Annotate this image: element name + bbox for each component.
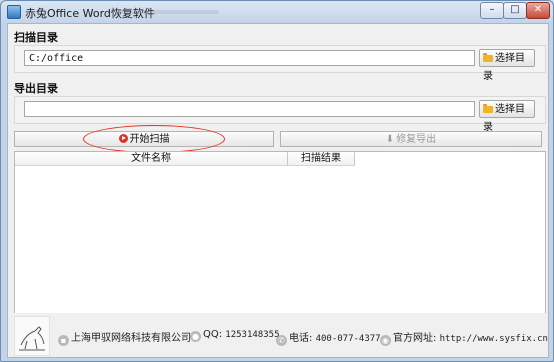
site-label: 官方网址: <box>393 333 440 344</box>
phone-info: ✆ 电话: 400-077-4377 <box>276 329 381 346</box>
company-logo <box>14 316 50 356</box>
folder-icon <box>483 53 493 62</box>
scan-dir-label: 扫描目录 <box>14 31 58 44</box>
results-table[interactable]: 文件名称 扫描结果 <box>14 151 546 315</box>
website-info: ◉ 官方网址: http://www.sysfix.cn <box>380 329 548 346</box>
scan-dir-input[interactable]: C:/office <box>24 50 475 66</box>
title-blur <box>119 10 219 14</box>
repair-export-label: 修复导出 <box>396 134 437 145</box>
footer: ▪ 上海甲驭网络科技有限公司 ● QQ: 1253148355 ✆ 电话: 400-0… <box>8 313 548 357</box>
scan-dir-browse-button[interactable]: 选择目录 <box>479 49 535 82</box>
globe-icon: ◉ <box>380 335 391 346</box>
close-button[interactable]: ✕ <box>526 2 550 19</box>
start-scan-button[interactable]: 开始扫描 <box>14 131 274 147</box>
qq-value: 1253148355 <box>225 330 280 340</box>
app-window: 赤兔Office Word恢复软件 – □ ✕ 扫描目录 C:/office 选… <box>0 0 554 362</box>
download-icon: ⬇ <box>385 134 395 145</box>
site-link[interactable]: http://www.sysfix.cn <box>440 334 548 344</box>
building-icon: ▪ <box>58 335 69 346</box>
phone-value: 400-077-4377 <box>315 334 381 344</box>
maximize-button[interactable]: □ <box>503 2 527 19</box>
export-dir-label: 导出目录 <box>14 82 58 95</box>
repair-export-button[interactable]: ⬇ 修复导出 <box>280 131 542 147</box>
export-dir-input[interactable] <box>24 101 475 117</box>
company-name: 上海甲驭网络科技有限公司 <box>71 333 191 344</box>
qq-icon: ● <box>190 331 201 342</box>
title-bar[interactable]: 赤兔Office Word恢复软件 – □ ✕ <box>1 1 553 23</box>
qq-info: ● QQ: 1253148355 <box>190 329 279 342</box>
minimize-button[interactable]: – <box>480 2 504 19</box>
folder-icon <box>483 104 493 113</box>
column-header-result[interactable]: 扫描结果 <box>288 152 355 166</box>
qq-label: QQ: <box>203 329 226 340</box>
phone-icon: ✆ <box>276 335 287 346</box>
company-info: ▪ 上海甲驭网络科技有限公司 <box>58 329 191 346</box>
table-header: 文件名称 扫描结果 <box>15 152 545 166</box>
start-scan-label: 开始扫描 <box>129 134 170 145</box>
scan-dir-group: C:/office 选择目录 <box>14 45 546 82</box>
column-header-filename[interactable]: 文件名称 <box>15 152 288 166</box>
play-icon <box>118 134 128 143</box>
export-dir-browse-button[interactable]: 选择目录 <box>479 100 535 133</box>
client-area: 扫描目录 C:/office 选择目录 导出目录 选择目录 开始扫描 ⬇ 修复导出… <box>7 23 549 358</box>
export-dir-group: 选择目录 <box>14 96 546 133</box>
phone-label: 电话: <box>289 333 316 344</box>
app-icon <box>7 5 21 19</box>
